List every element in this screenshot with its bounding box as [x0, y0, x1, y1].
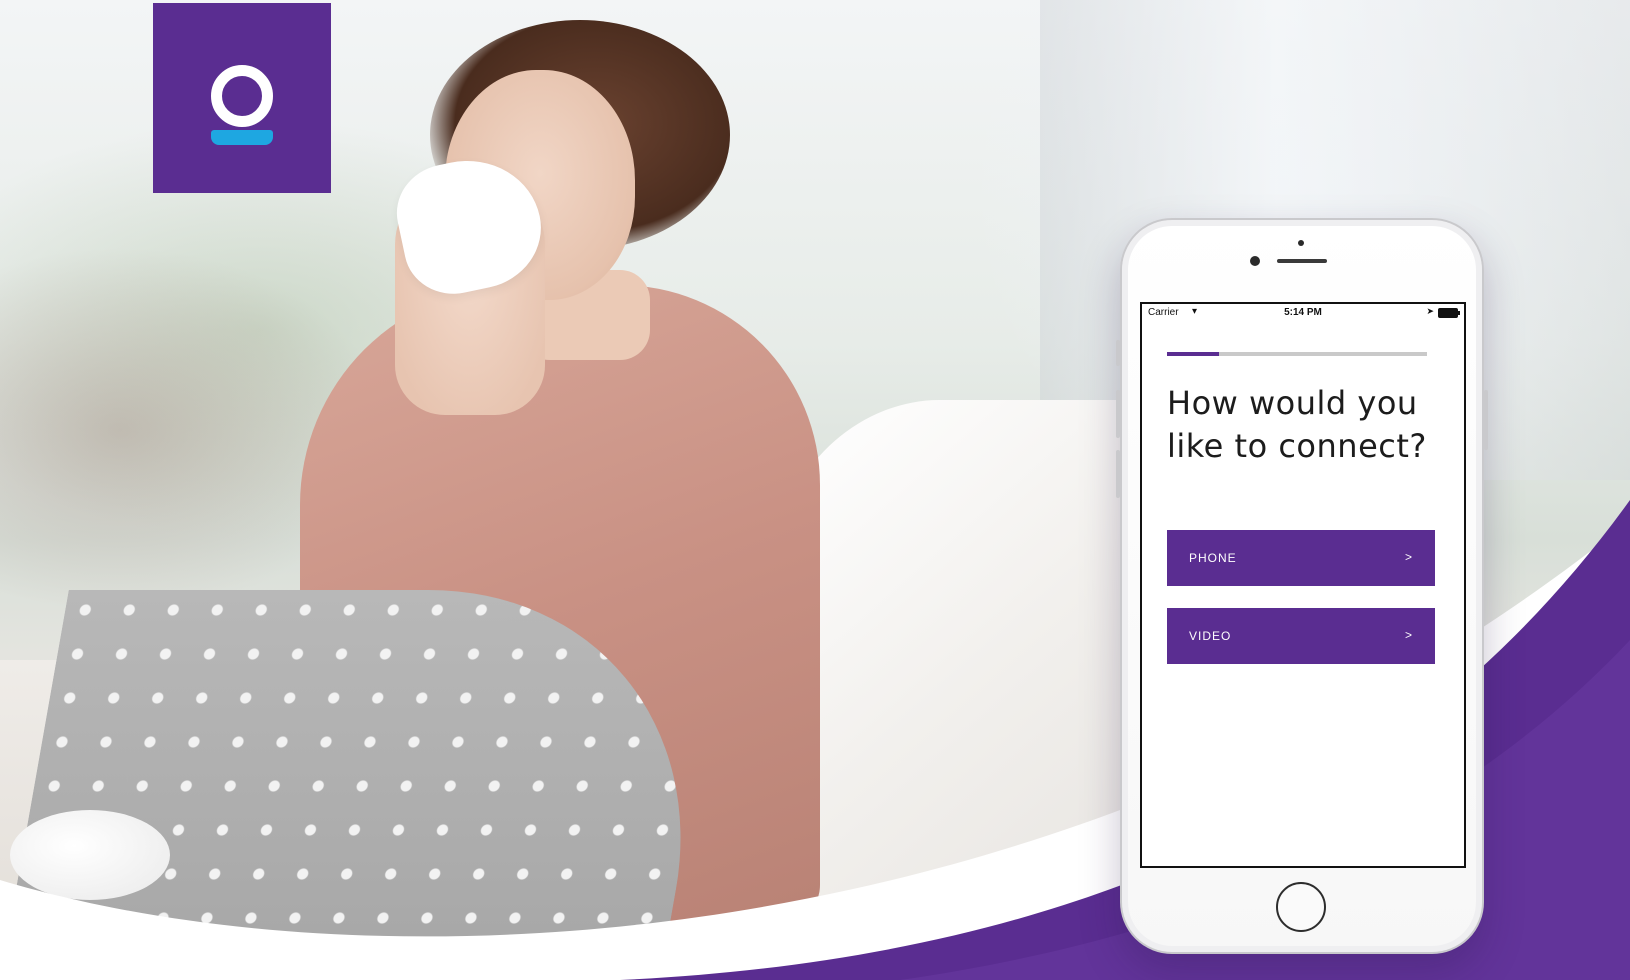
- power-button: [1484, 390, 1488, 450]
- status-time: 5:14 PM: [1284, 307, 1322, 318]
- front-camera-icon: [1250, 256, 1260, 266]
- phone-mockup: Carrier ▾ 5:14 PM ➤ How would you like t…: [1116, 218, 1488, 954]
- phone-option-button[interactable]: PHONE >: [1167, 530, 1435, 586]
- proximity-sensor: [1298, 240, 1304, 246]
- volume-up-button: [1116, 390, 1120, 438]
- connect-question-heading: How would you like to connect?: [1167, 384, 1427, 465]
- volume-down-button: [1116, 450, 1120, 498]
- progress-fill: [1167, 352, 1219, 356]
- video-option-label: VIDEO: [1189, 629, 1232, 643]
- brand-logo: [153, 3, 331, 193]
- status-bar: Carrier ▾ 5:14 PM ➤: [1142, 304, 1464, 322]
- logo-bar-icon: [211, 130, 273, 145]
- mute-switch: [1116, 340, 1120, 366]
- location-arrow-icon: ➤: [1426, 306, 1434, 316]
- phone-option-label: PHONE: [1189, 551, 1237, 565]
- battery-icon: [1438, 308, 1460, 318]
- chevron-right-icon: >: [1404, 550, 1413, 564]
- home-button[interactable]: [1276, 882, 1326, 932]
- logo-ring-icon: [211, 65, 273, 127]
- earpiece-speaker: [1277, 259, 1327, 263]
- phone-screen: Carrier ▾ 5:14 PM ➤ How would you like t…: [1140, 302, 1466, 868]
- chevron-right-icon: >: [1404, 628, 1413, 642]
- hero-scene: Carrier ▾ 5:14 PM ➤ How would you like t…: [0, 0, 1630, 980]
- progress-bar: [1167, 352, 1427, 356]
- video-option-button[interactable]: VIDEO >: [1167, 608, 1435, 664]
